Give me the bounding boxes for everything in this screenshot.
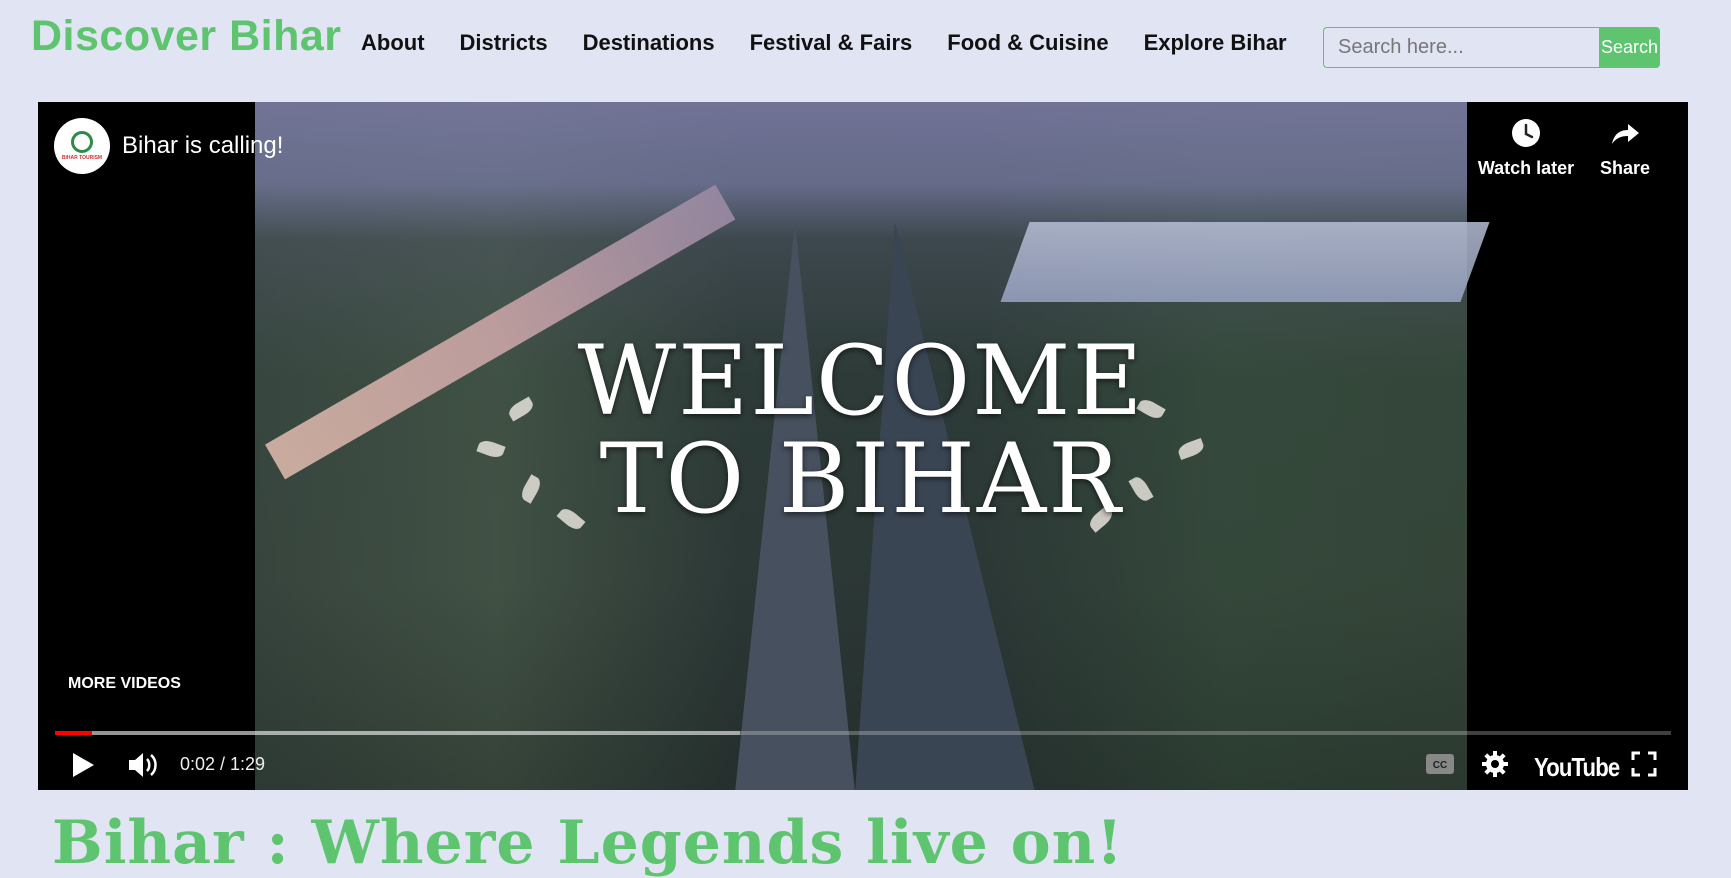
share-icon — [1612, 124, 1639, 144]
video-overlay-text: WELCOME TO BIHAR — [255, 332, 1467, 528]
volume-icon[interactable] — [126, 748, 162, 782]
play-icon[interactable] — [68, 748, 98, 782]
nav-festival-fairs[interactable]: Festival & Fairs — [750, 30, 913, 56]
main-nav: About Districts Destinations Festival & … — [361, 30, 1322, 56]
search-input[interactable] — [1323, 27, 1599, 68]
welcome-line: WELCOME — [577, 325, 1145, 437]
player-controls: 0:02 / 1:29 CC YouTube — [38, 742, 1688, 790]
search-form: Search — [1323, 27, 1660, 68]
watch-later-button[interactable]: Watch later — [1466, 116, 1586, 179]
progress-bar[interactable] — [55, 731, 1671, 735]
channel-avatar-text: BIHAR TOURISM — [61, 155, 103, 161]
to-bihar-line: TO BIHAR — [599, 423, 1123, 535]
video-player[interactable]: WELCOME TO BIHAR BIHAR TOURISM Bihar is … — [38, 102, 1688, 790]
clock-icon — [1512, 119, 1540, 147]
watch-later-label: Watch later — [1477, 158, 1575, 178]
video-title-bar: BIHAR TOURISM Bihar is calling! — [54, 118, 283, 174]
channel-avatar[interactable]: BIHAR TOURISM — [54, 118, 110, 174]
nav-food-cuisine[interactable]: Food & Cuisine — [947, 30, 1108, 56]
site-header: Discover Bihar About Districts Destinati… — [0, 0, 1731, 100]
nav-districts[interactable]: Districts — [460, 30, 548, 56]
progress-played — [55, 731, 92, 735]
svg-text:CC: CC — [1433, 760, 1447, 771]
youtube-logo[interactable]: YouTube — [1534, 752, 1620, 783]
share-button[interactable]: Share — [1590, 116, 1660, 179]
video-title[interactable]: Bihar is calling! — [122, 132, 283, 160]
nav-explore-bihar[interactable]: Explore Bihar — [1144, 30, 1287, 56]
video-scenery-river — [1000, 222, 1490, 302]
search-button[interactable]: Search — [1599, 27, 1660, 68]
settings-gear-icon[interactable] — [1480, 749, 1510, 779]
page-headline: Bihar : Where Legends live on! — [52, 808, 1124, 878]
progress-buffered — [55, 731, 741, 735]
fullscreen-icon[interactable] — [1630, 750, 1658, 778]
captions-icon[interactable]: CC — [1425, 752, 1455, 776]
more-videos-button[interactable]: MORE VIDEOS — [68, 675, 181, 693]
tree-logo-icon — [71, 131, 93, 153]
site-brand[interactable]: Discover Bihar — [31, 12, 342, 61]
time-display: 0:02 / 1:29 — [180, 754, 266, 774]
nav-about[interactable]: About — [361, 30, 425, 56]
nav-destinations[interactable]: Destinations — [583, 30, 715, 56]
share-label: Share — [1599, 158, 1651, 178]
